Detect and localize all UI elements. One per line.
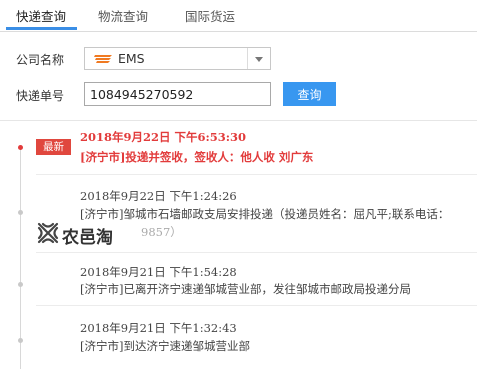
active-tab-indicator bbox=[6, 27, 77, 30]
tracking-number-label: 快递单号 bbox=[16, 89, 65, 103]
timeline-line bbox=[20, 148, 21, 369]
entry-time: 2018年9月22日 下午6:53:30 bbox=[80, 130, 247, 144]
ems-logo-icon bbox=[94, 55, 112, 63]
entry-text: [济宁市]到达济宁速递邹城营业部 bbox=[80, 339, 250, 353]
company-select-value: EMS bbox=[118, 51, 145, 66]
timeline-dot-latest bbox=[18, 145, 23, 150]
chevron-down-icon[interactable] bbox=[247, 48, 270, 69]
timeline-dot bbox=[18, 338, 23, 343]
watermark: 农邑淘 bbox=[36, 219, 131, 249]
entry-divider bbox=[36, 252, 477, 253]
tab-express-query[interactable]: 快递查询 bbox=[16, 6, 66, 25]
cross-knot-icon bbox=[37, 222, 59, 244]
watermark-text: 农邑淘 bbox=[62, 228, 113, 248]
entry-divider bbox=[36, 305, 477, 306]
entry-text-continued: 9857） bbox=[141, 225, 182, 239]
entry-text: [济宁市]邹城市石墙邮政支局安排投递（投递员姓名：屈凡平;联系电话： bbox=[80, 207, 450, 221]
entry-text: [济宁市]已离开济宁速递邹城营业部，发往邹城市邮政局投递分局 bbox=[80, 282, 411, 296]
company-label: 公司名称 bbox=[16, 53, 65, 67]
latest-badge: 最新 bbox=[36, 139, 71, 155]
company-select[interactable]: EMS bbox=[84, 47, 271, 70]
tracking-number-input[interactable] bbox=[84, 82, 271, 106]
entry-divider bbox=[36, 174, 477, 175]
entry-text: [济宁市]投递并签收，签收人：他人收 刘广东 bbox=[80, 150, 314, 164]
timeline-dot bbox=[18, 210, 23, 215]
entry-time: 2018年9月22日 下午1:24:26 bbox=[80, 189, 237, 203]
tab-international-freight[interactable]: 国际货运 bbox=[185, 6, 235, 25]
entry-time: 2018年9月21日 下午1:54:28 bbox=[80, 265, 237, 279]
tab-bar: 快递查询 物流查询 国际货运 bbox=[0, 0, 477, 32]
section-divider bbox=[0, 120, 477, 121]
entry-time: 2018年9月21日 下午1:32:43 bbox=[80, 321, 237, 335]
timeline-dot bbox=[18, 282, 23, 287]
tab-logistics-query[interactable]: 物流查询 bbox=[98, 6, 148, 25]
query-button[interactable]: 查询 bbox=[283, 82, 336, 106]
